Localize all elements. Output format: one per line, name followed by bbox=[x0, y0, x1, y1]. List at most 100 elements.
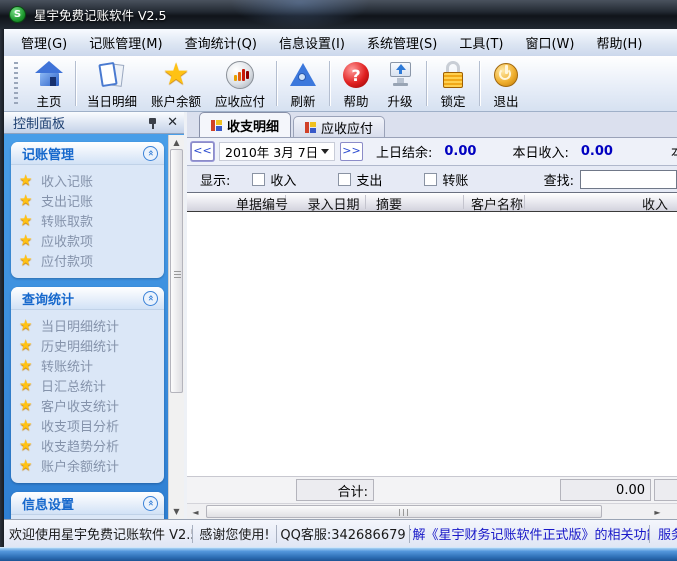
checkbox-icon[interactable] bbox=[338, 172, 352, 186]
panel-item-trend-analysis[interactable]: ★ 收支趋势分析 bbox=[19, 435, 164, 455]
scroll-down-icon[interactable]: ▼ bbox=[169, 504, 184, 518]
upgrade-button-label: 升级 bbox=[387, 94, 413, 109]
next-day-button[interactable]: >> bbox=[340, 142, 363, 161]
search-input[interactable] bbox=[580, 169, 677, 189]
panel-item-label: 应付款项 bbox=[41, 254, 94, 270]
table-header: 单据编号 录入日期 摘要 客户名称 收入 bbox=[187, 193, 677, 213]
tab-label: 应收应付 bbox=[321, 121, 374, 137]
close-icon[interactable]: ✕ bbox=[165, 116, 180, 129]
panel-scrollbar[interactable]: ▲ ▼ bbox=[168, 135, 184, 519]
window-bottom-border bbox=[0, 547, 677, 561]
help-button[interactable]: 帮助 bbox=[334, 59, 378, 112]
scroll-left-icon[interactable]: ◄ bbox=[189, 506, 202, 518]
checkbox-label: 转账 bbox=[442, 173, 469, 189]
status-qq-service: QQ客服:342686679 bbox=[277, 524, 410, 543]
panel-item-receivables[interactable]: ★ 应收款项 bbox=[19, 230, 164, 250]
refresh-button[interactable]: 刷新 bbox=[281, 59, 325, 112]
today-expense-label: 本日支出: bbox=[671, 142, 677, 161]
panel-item-transfer-withdraw[interactable]: ★ 转账取款 bbox=[19, 210, 164, 230]
status-service-partial[interactable]: 服务 bbox=[650, 525, 677, 543]
receivable-payable-button[interactable]: 应收应付 bbox=[208, 59, 272, 112]
date-select[interactable]: 2010年 3月 7日 bbox=[219, 142, 335, 161]
menu-help[interactable]: 帮助(H) bbox=[585, 29, 653, 56]
column-separator bbox=[463, 195, 464, 209]
panel-item-label: 客户收支统计 bbox=[41, 399, 120, 415]
panel-item-daily-summary-stats[interactable]: ★ 日汇总统计 bbox=[19, 375, 164, 395]
daily-detail-button[interactable]: 当日明细 bbox=[80, 59, 144, 112]
exit-button[interactable]: 退出 bbox=[484, 59, 528, 112]
toolbar-gripper[interactable] bbox=[14, 62, 18, 104]
prev-day-button[interactable]: << bbox=[191, 142, 214, 161]
panel-item-label: 收支趋势分析 bbox=[41, 439, 120, 455]
panel-item-balance-stats[interactable]: ★ 账户余额统计 bbox=[19, 455, 164, 475]
panel-item-label: 收支项目分析 bbox=[41, 419, 120, 435]
panel-item-customer-stats[interactable]: ★ 客户收支统计 bbox=[19, 395, 164, 415]
status-pro-version-link[interactable]: 了解《星宇财务记账软件正式版》的相关功能 bbox=[410, 524, 650, 543]
column-header-income[interactable]: 收入 bbox=[642, 194, 668, 213]
menu-manage[interactable]: 管理(G) bbox=[10, 29, 78, 56]
table-body[interactable] bbox=[187, 212, 677, 476]
refresh-icon bbox=[288, 60, 318, 90]
panel-item-payables[interactable]: ★ 应付款项 bbox=[19, 250, 164, 270]
section-bookkeeping-header[interactable]: 记账管理 « bbox=[11, 142, 164, 165]
menu-tools[interactable]: 工具(T) bbox=[448, 29, 514, 56]
checkbox-icon[interactable] bbox=[252, 172, 266, 186]
today-income-value: 0.00 bbox=[580, 144, 613, 159]
column-header-entry-date[interactable]: 录入日期 bbox=[291, 194, 376, 213]
receivable-payable-button-label: 应收应付 bbox=[215, 94, 266, 109]
menu-bookkeeping[interactable]: 记账管理(M) bbox=[78, 29, 173, 56]
toolbar-separator bbox=[479, 61, 481, 106]
menu-query-stats[interactable]: 查询统计(Q) bbox=[174, 29, 268, 56]
star-icon: ★ bbox=[19, 211, 33, 229]
filter-checkbox-transfer[interactable]: 转账 bbox=[424, 170, 468, 189]
toolbar-separator bbox=[75, 61, 76, 106]
collapse-chevron-icon[interactable]: « bbox=[143, 145, 158, 161]
section-info-settings-header[interactable]: 信息设置 « bbox=[11, 492, 164, 515]
menu-window[interactable]: 窗口(W) bbox=[514, 29, 585, 56]
panel-item-transfer-stats[interactable]: ★ 转账统计 bbox=[19, 355, 164, 375]
star-icon: ★ bbox=[19, 376, 33, 394]
filter-checkbox-expense[interactable]: 支出 bbox=[338, 170, 382, 189]
app-logo-icon: S bbox=[9, 6, 26, 23]
scroll-right-icon[interactable]: ► bbox=[651, 506, 664, 518]
tab-receivable-payable[interactable]: 应收应付 bbox=[293, 116, 386, 137]
lock-button[interactable]: 锁定 bbox=[431, 59, 475, 112]
column-header-customer-name[interactable]: 客户名称 bbox=[471, 194, 523, 213]
account-balance-button[interactable]: ★ 账户余额 bbox=[144, 59, 208, 112]
panel-item-history-detail-stats[interactable]: ★ 历史明细统计 bbox=[19, 335, 164, 355]
star-icon: ★ bbox=[19, 456, 33, 474]
receivable-payable-icon bbox=[225, 60, 255, 90]
horizontal-scrollbar-thumb[interactable] bbox=[206, 505, 602, 518]
horizontal-scrollbar[interactable]: ◄ ► bbox=[187, 503, 677, 519]
pin-icon[interactable] bbox=[147, 116, 158, 130]
status-welcome: 欢迎使用星宇免费记账软件 V2.5 bbox=[4, 524, 193, 543]
home-button[interactable]: 主页 bbox=[27, 59, 71, 112]
panel-scrollbar-thumb[interactable] bbox=[170, 149, 183, 393]
upgrade-button[interactable]: 升级 bbox=[378, 59, 422, 112]
checkbox-icon[interactable] bbox=[424, 172, 438, 186]
panel-item-daily-detail-stats[interactable]: ★ 当日明细统计 bbox=[19, 315, 164, 335]
panel-item-label: 日汇总统计 bbox=[41, 379, 107, 395]
home-icon bbox=[34, 60, 64, 90]
grid-icon bbox=[305, 121, 317, 133]
star-icon: ★ bbox=[19, 396, 33, 414]
collapse-chevron-icon[interactable]: « bbox=[143, 495, 158, 511]
collapse-chevron-icon[interactable]: « bbox=[143, 290, 158, 306]
control-panel: 控制面板 ✕ 记账管理 « ★ 收入记账 ★ 支出记账 ★ 转账取款 ★ 应收款项 ★ 应… bbox=[4, 112, 184, 519]
menu-info-settings[interactable]: 信息设置(I) bbox=[268, 29, 356, 56]
menu-system[interactable]: 系统管理(S) bbox=[356, 29, 448, 56]
panel-item-income-entry[interactable]: ★ 收入记账 bbox=[19, 170, 164, 190]
panel-item-label: 历史明细统计 bbox=[41, 339, 120, 355]
control-panel-title: 控制面板 bbox=[13, 117, 66, 132]
column-header-summary[interactable]: 摘要 bbox=[376, 194, 402, 213]
help-icon bbox=[341, 60, 371, 90]
tab-income-expense-detail[interactable]: 收支明细 bbox=[199, 112, 292, 137]
section-query-stats-header[interactable]: 查询统计 « bbox=[11, 287, 164, 310]
star-icon: ★ bbox=[19, 356, 33, 374]
panel-item-project-analysis[interactable]: ★ 收支项目分析 bbox=[19, 415, 164, 435]
panel-item-expense-entry[interactable]: ★ 支出记账 bbox=[19, 190, 164, 210]
scroll-up-icon[interactable]: ▲ bbox=[169, 135, 184, 149]
filter-checkbox-income[interactable]: 收入 bbox=[252, 170, 296, 189]
date-navigation-bar: << 2010年 3月 7日 >> 上日结余: 0.00 本日收入: 0.00 … bbox=[187, 138, 677, 166]
search-label: 查找: bbox=[543, 173, 574, 189]
